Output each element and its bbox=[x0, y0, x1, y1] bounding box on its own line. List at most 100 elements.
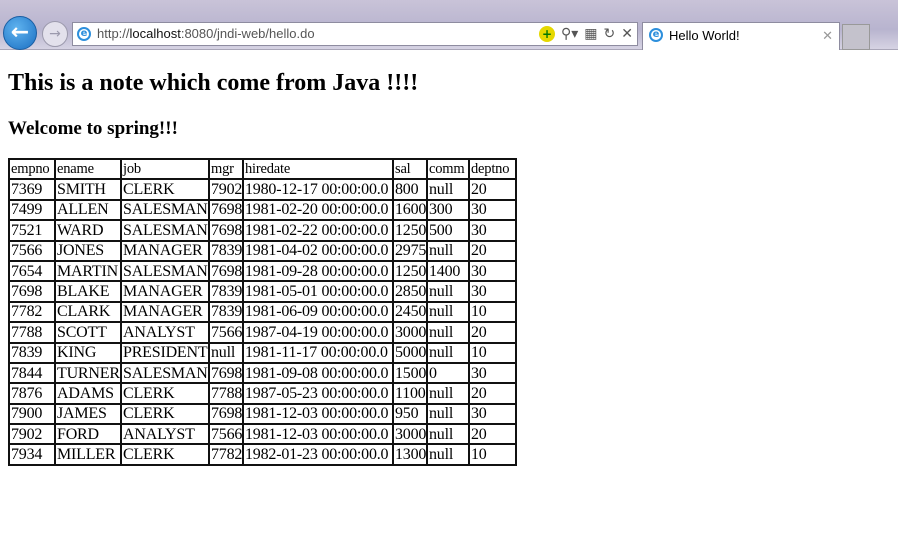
cell-sal: 1600 bbox=[392, 198, 428, 222]
cell-hiredate: 1981-12-03 00:00:00.0 bbox=[242, 402, 394, 426]
cell-job: CLERK bbox=[120, 178, 210, 201]
cell-deptno: 20 bbox=[468, 321, 517, 344]
cell-deptno: 30 bbox=[468, 198, 517, 222]
column-header-comm: comm bbox=[426, 157, 470, 181]
search-icon[interactable]: ⚲▾ bbox=[561, 26, 578, 42]
table-row: 7499 ALLEN SALESMAN 7698 1981-02-20 00:00:00… bbox=[8, 198, 517, 222]
cell-sal: 2975 bbox=[392, 239, 428, 262]
back-button[interactable]: ← bbox=[3, 16, 37, 50]
table-row: 7900 JAMES CLERK 7698 1981-12-03 00:00:00.0 9… bbox=[8, 402, 517, 426]
cell-job: CLERK bbox=[120, 382, 210, 405]
cell-empno: 7654 bbox=[8, 259, 56, 283]
cell-deptno: 20 bbox=[468, 423, 517, 446]
forward-button[interactable]: → bbox=[42, 21, 68, 47]
cell-mgr: 7566 bbox=[208, 321, 244, 344]
cell-deptno: 30 bbox=[468, 361, 517, 385]
cell-deptno: 10 bbox=[468, 443, 517, 466]
cell-sal: 800 bbox=[392, 178, 428, 201]
cell-empno: 7698 bbox=[8, 280, 56, 303]
cell-comm: 500 bbox=[426, 219, 470, 242]
cell-hiredate: 1981-04-02 00:00:00.0 bbox=[242, 239, 394, 262]
compat-view-icon[interactable]: ▦ bbox=[584, 26, 597, 42]
cell-empno: 7521 bbox=[8, 219, 56, 242]
cell-comm: null bbox=[426, 402, 470, 426]
cell-job: SALESMAN bbox=[120, 219, 210, 242]
cell-deptno: 10 bbox=[468, 341, 517, 364]
table-row: 7566 JONES MANAGER 7839 1981-04-02 00:00:00.… bbox=[8, 239, 517, 262]
cell-ename: MARTIN bbox=[54, 259, 122, 283]
addon-icon[interactable]: + bbox=[539, 26, 556, 42]
cell-hiredate: 1981-11-17 00:00:00.0 bbox=[242, 341, 394, 364]
browser-chrome: ← → e http://localhost:8080/jndi-web/hel… bbox=[0, 0, 898, 50]
cell-hiredate: 1981-02-22 00:00:00.0 bbox=[242, 219, 394, 242]
cell-empno: 7369 bbox=[8, 178, 56, 201]
cell-job: ANALYST bbox=[120, 321, 210, 344]
tab-title: Hello World! bbox=[669, 28, 740, 43]
cell-mgr: 7782 bbox=[208, 443, 244, 466]
cell-hiredate: 1981-02-20 00:00:00.0 bbox=[242, 198, 394, 222]
cell-ename: SMITH bbox=[54, 178, 122, 201]
cell-comm: null bbox=[426, 280, 470, 303]
cell-hiredate: 1981-05-01 00:00:00.0 bbox=[242, 280, 394, 303]
cell-ename: FORD bbox=[54, 423, 122, 446]
column-header-deptno: deptno bbox=[468, 157, 517, 181]
cell-ename: BLAKE bbox=[54, 280, 122, 303]
cell-deptno: 30 bbox=[468, 259, 517, 283]
table-row: 7839 KING PRESIDENT null 1981-11-17 00:00:00… bbox=[8, 341, 517, 364]
cell-mgr: 7698 bbox=[208, 219, 244, 242]
cell-empno: 7499 bbox=[8, 198, 56, 222]
cell-hiredate: 1987-05-23 00:00:00.0 bbox=[242, 382, 394, 405]
cell-mgr: 7902 bbox=[208, 178, 244, 201]
cell-mgr: 7698 bbox=[208, 259, 244, 283]
cell-job: SALESMAN bbox=[120, 259, 210, 283]
new-tab-button[interactable] bbox=[842, 24, 870, 50]
employee-table: empno ename job mgr hiredate sal comm deptno 73… bbox=[8, 157, 517, 466]
cell-comm: null bbox=[426, 178, 470, 201]
cell-comm: null bbox=[426, 423, 470, 446]
address-bar[interactable]: e http://localhost:8080/jndi-web/hello.d… bbox=[72, 22, 638, 46]
cell-deptno: 20 bbox=[468, 239, 517, 262]
cell-ename: MILLER bbox=[54, 443, 122, 466]
tab-hello-world[interactable]: e Hello World! ✕ bbox=[642, 22, 840, 50]
ie-page-icon: e bbox=[77, 27, 91, 41]
cell-sal: 5000 bbox=[392, 341, 428, 364]
cell-ename: KING bbox=[54, 341, 122, 364]
cell-mgr: 7788 bbox=[208, 382, 244, 405]
close-tab-icon[interactable]: ✕ bbox=[822, 23, 833, 49]
cell-comm: null bbox=[426, 300, 470, 324]
cell-mgr: 7698 bbox=[208, 402, 244, 426]
cell-mgr: 7839 bbox=[208, 280, 244, 303]
url-prefix: http:// bbox=[97, 26, 130, 41]
cell-comm: null bbox=[426, 382, 470, 405]
cell-comm: null bbox=[426, 321, 470, 344]
cell-hiredate: 1987-04-19 00:00:00.0 bbox=[242, 321, 394, 344]
cell-hiredate: 1981-12-03 00:00:00.0 bbox=[242, 423, 394, 446]
cell-deptno: 30 bbox=[468, 402, 517, 426]
table-row: 7369 SMITH CLERK 7902 1980-12-17 00:00:00.0 8… bbox=[8, 178, 517, 201]
table-row: 7876 ADAMS CLERK 7788 1987-05-23 00:00:00.0 1… bbox=[8, 382, 517, 405]
cell-job: SALESMAN bbox=[120, 198, 210, 222]
refresh-icon[interactable]: ↻ bbox=[604, 26, 616, 42]
stop-icon[interactable]: ✕ bbox=[621, 26, 633, 42]
cell-sal: 950 bbox=[392, 402, 428, 426]
table-row: 7782 CLARK MANAGER 7839 1981-06-09 00:00:00.… bbox=[8, 300, 517, 324]
cell-mgr: 7566 bbox=[208, 423, 244, 446]
cell-deptno: 20 bbox=[468, 178, 517, 201]
cell-mgr: null bbox=[208, 341, 244, 364]
cell-hiredate: 1981-06-09 00:00:00.0 bbox=[242, 300, 394, 324]
cell-comm: 300 bbox=[426, 198, 470, 222]
cell-ename: JAMES bbox=[54, 402, 122, 426]
cell-sal: 3000 bbox=[392, 321, 428, 344]
cell-hiredate: 1981-09-28 00:00:00.0 bbox=[242, 259, 394, 283]
table-row: 7902 FORD ANALYST 7566 1981-12-03 00:00:00.0… bbox=[8, 423, 517, 446]
cell-empno: 7876 bbox=[8, 382, 56, 405]
cell-ename: WARD bbox=[54, 219, 122, 242]
cell-mgr: 7839 bbox=[208, 300, 244, 324]
cell-empno: 7934 bbox=[8, 443, 56, 466]
cell-ename: CLARK bbox=[54, 300, 122, 324]
cell-job: ANALYST bbox=[120, 423, 210, 446]
cell-comm: 1400 bbox=[426, 259, 470, 283]
cell-ename: SCOTT bbox=[54, 321, 122, 344]
cell-empno: 7902 bbox=[8, 423, 56, 446]
cell-ename: TURNER bbox=[54, 361, 122, 385]
